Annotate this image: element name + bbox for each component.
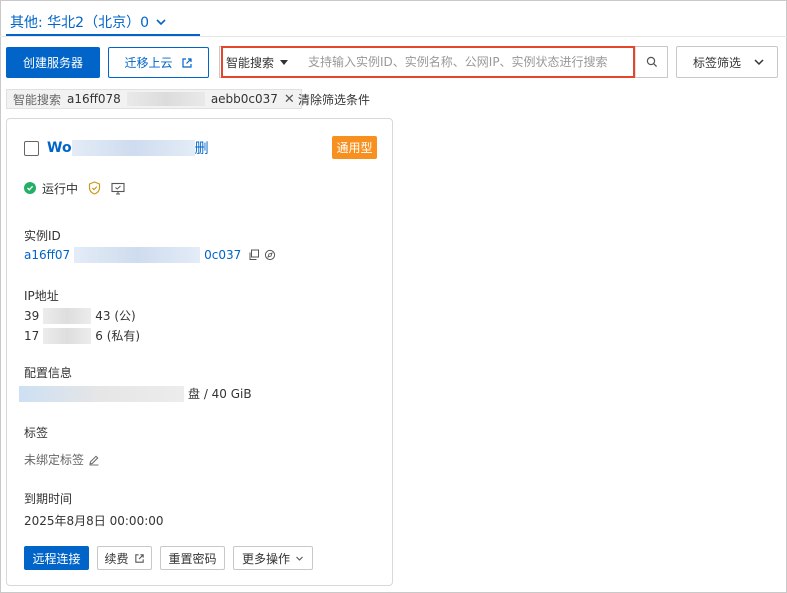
public-ip-prefix: 39 <box>24 308 40 323</box>
config-info-value: 盘 / 40 GiB <box>19 385 252 402</box>
region-tab-label: 其他: 华北2（北京）0 <box>10 15 149 31</box>
tags-value-text: 未绑定标签 <box>24 453 85 467</box>
redacted-block <box>19 385 184 402</box>
reset-password-button[interactable]: 重置密码 <box>160 546 225 570</box>
search-icon <box>646 56 657 68</box>
close-icon[interactable]: ✕ <box>284 92 295 107</box>
redacted-block <box>71 140 195 156</box>
renew-button[interactable]: 续费 <box>97 546 152 570</box>
status-row: 运行中 <box>24 180 125 196</box>
more-actions-button[interactable]: 更多操作 <box>233 546 313 570</box>
instance-id-prefix[interactable]: a16ff07 <box>24 248 70 262</box>
public-ip-suffix: 43 (公) <box>95 309 136 323</box>
external-link-icon <box>181 57 192 68</box>
edit-icon[interactable] <box>88 454 100 466</box>
status-label: 运行中 <box>42 181 79 196</box>
filter-chip-value-suffix: aebb0c037 <box>210 92 278 106</box>
redacted-block <box>126 92 205 106</box>
config-info-suffix: 盘 / 40 GiB <box>188 387 252 401</box>
chevron-down-icon <box>754 59 764 66</box>
expiry-label: 到期时间 <box>24 492 73 506</box>
instance-id-suffix[interactable]: 0c037 <box>204 248 241 262</box>
tag-filter-label: 标签筛选 <box>693 55 742 70</box>
instance-name-prefix: Wo <box>47 140 72 156</box>
redacted-block <box>74 247 201 263</box>
instance-type-badge: 通用型 <box>332 136 377 159</box>
private-ip-suffix: 6 (私有) <box>95 329 141 343</box>
ip-address-label: IP地址 <box>24 289 59 303</box>
tabs-divider <box>0 36 787 37</box>
check-circle-icon <box>24 182 36 194</box>
redacted-block <box>43 327 92 344</box>
search-mode-select[interactable]: 智能搜索 <box>226 52 289 72</box>
expiry-value: 2025年8月8日 00:00:00 <box>24 514 164 528</box>
instance-name-suffix: 删 <box>194 141 209 157</box>
shield-icon[interactable] <box>88 181 101 195</box>
search-bar: 智能搜索 <box>219 46 668 78</box>
tag-filter-dropdown[interactable]: 标签筛选 <box>676 46 778 78</box>
chevron-down-icon <box>296 556 303 561</box>
tags-value: 未绑定标签 <box>24 451 100 468</box>
instance-checkbox[interactable] <box>24 141 39 156</box>
migrate-to-cloud-button[interactable]: 迁移上云 <box>108 47 209 78</box>
caret-down-icon <box>280 59 289 65</box>
copy-icon[interactable] <box>248 249 260 261</box>
search-mode-label: 智能搜索 <box>226 55 275 70</box>
instance-id-label: 实例ID <box>24 229 61 243</box>
search-button[interactable] <box>635 47 667 77</box>
config-info-label: 配置信息 <box>24 366 73 380</box>
more-actions-label: 更多操作 <box>241 551 290 566</box>
tags-label: 标签 <box>24 426 49 440</box>
instance-name-link[interactable]: Wo 删 <box>47 139 209 157</box>
active-filter-chip: 智能搜索 a16ff078 aebb0c037 ✕ <box>6 89 302 109</box>
public-ip-value: 39 43 (公) <box>24 307 136 324</box>
remote-connect-button[interactable]: 远程连接 <box>24 546 89 570</box>
private-ip-value: 17 6 (私有) <box>24 327 140 344</box>
create-server-label: 创建服务器 <box>22 56 83 70</box>
compass-icon[interactable] <box>264 249 276 261</box>
monitor-icon[interactable] <box>111 182 125 195</box>
search-input[interactable] <box>308 52 630 72</box>
region-tab[interactable]: 其他: 华北2（北京）0 <box>10 8 167 36</box>
clear-filters-link[interactable]: 清除筛选条件 <box>298 91 370 108</box>
private-ip-prefix: 17 <box>24 328 40 343</box>
migrate-label: 迁移上云 <box>124 56 173 70</box>
remote-connect-label: 远程连接 <box>32 551 81 566</box>
reset-password-label: 重置密码 <box>168 551 217 566</box>
external-link-icon <box>134 553 144 563</box>
renew-label: 续费 <box>104 551 129 566</box>
instance-id-value: a16ff07 0c037 <box>24 247 276 263</box>
chevron-down-icon <box>156 19 166 26</box>
filter-chip-value-prefix: a16ff078 <box>67 92 121 106</box>
redacted-block <box>43 307 92 324</box>
filter-chip-key: 智能搜索 <box>13 92 62 107</box>
create-server-button[interactable]: 创建服务器 <box>6 47 100 78</box>
instance-card: Wo 删 通用型 运行中 实例ID a16ff07 0c037 IP地址 39 43… <box>6 118 393 586</box>
